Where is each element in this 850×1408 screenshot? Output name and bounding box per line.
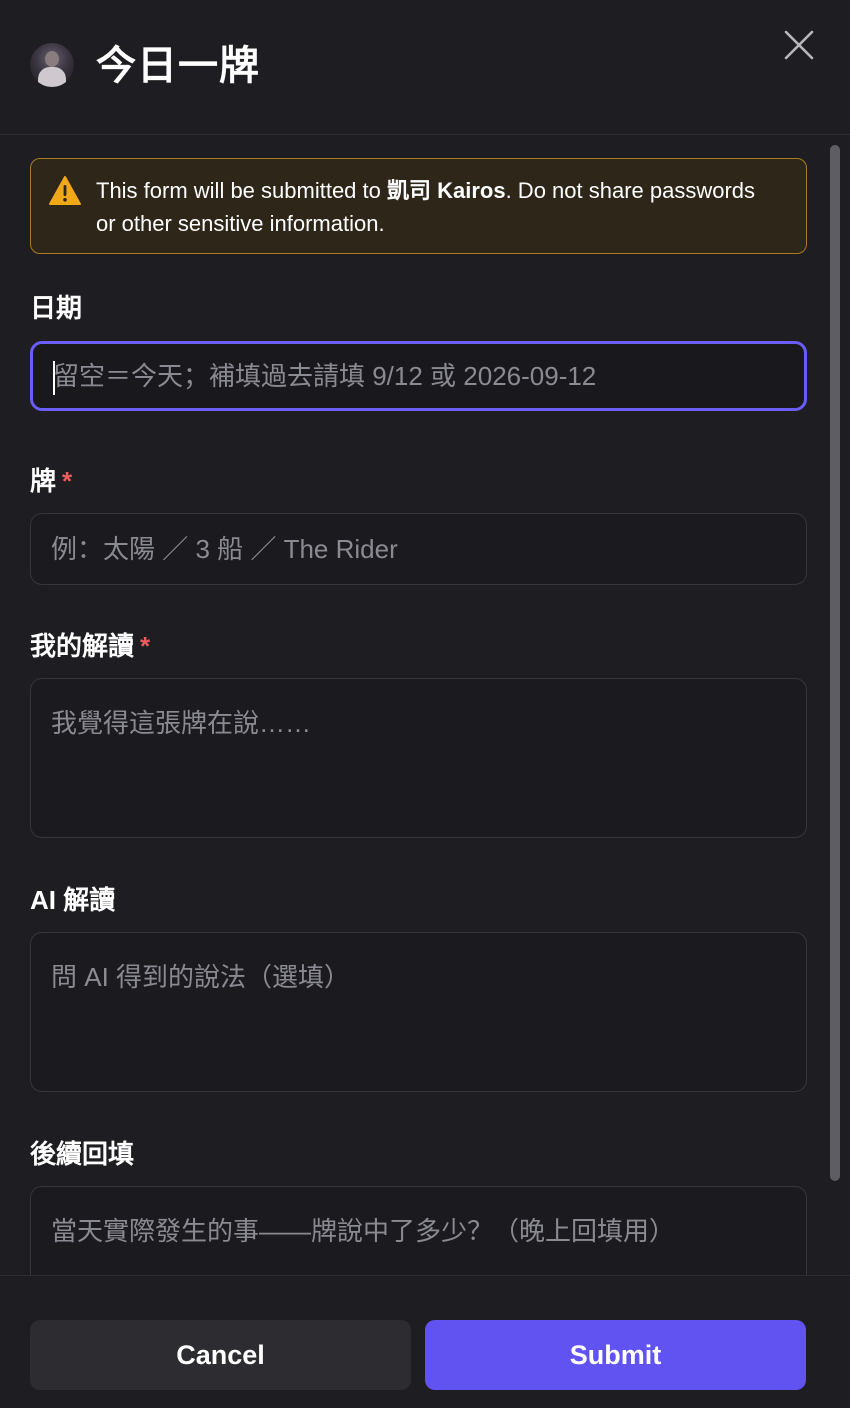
close-button[interactable] <box>780 26 818 64</box>
follow-up-textarea-box[interactable] <box>30 1186 807 1275</box>
follow-up-label: 後續回填 <box>30 1139 135 1169</box>
warning-icon <box>49 176 81 205</box>
ai-reading-label: AI 解讀 <box>30 885 116 915</box>
warning-message: This form will be submitted to 凱司 Kairos… <box>96 178 756 236</box>
ai-reading-textarea-box[interactable] <box>30 932 807 1092</box>
submit-button[interactable]: Submit <box>425 1320 806 1390</box>
date-input[interactable] <box>33 344 804 408</box>
card-label: 牌 * <box>30 466 73 496</box>
app-name: 凱司 Kairos <box>386 178 506 203</box>
warning-banner: This form will be submitted to 凱司 Kairos… <box>30 158 807 254</box>
avatar <box>30 43 74 87</box>
ai-reading-textarea[interactable] <box>31 933 806 1091</box>
date-label: 日期 <box>30 293 83 323</box>
form-body[interactable]: This form will be submitted to 凱司 Kairos… <box>0 136 850 1275</box>
form-modal: 今日一牌 This form will be submitted to 凱司 K… <box>0 0 850 1408</box>
card-input-box[interactable] <box>30 513 807 585</box>
modal-title: 今日一牌 <box>96 44 260 88</box>
required-mark: * <box>62 466 73 496</box>
close-icon[interactable] <box>780 26 818 64</box>
card-input[interactable] <box>31 514 806 584</box>
cancel-button[interactable]: Cancel <box>30 1320 411 1390</box>
date-input-box[interactable] <box>30 341 807 411</box>
follow-up-textarea[interactable] <box>31 1187 806 1275</box>
my-reading-label: 我的解讀 * <box>30 631 151 661</box>
scrollbar-thumb[interactable] <box>830 145 840 1181</box>
my-reading-textarea[interactable] <box>31 679 806 837</box>
my-reading-textarea-box[interactable] <box>30 678 807 838</box>
modal-header: 今日一牌 <box>0 0 850 135</box>
text-caret <box>53 361 55 395</box>
required-mark: * <box>140 631 151 661</box>
modal-footer: Cancel Submit <box>0 1275 850 1408</box>
